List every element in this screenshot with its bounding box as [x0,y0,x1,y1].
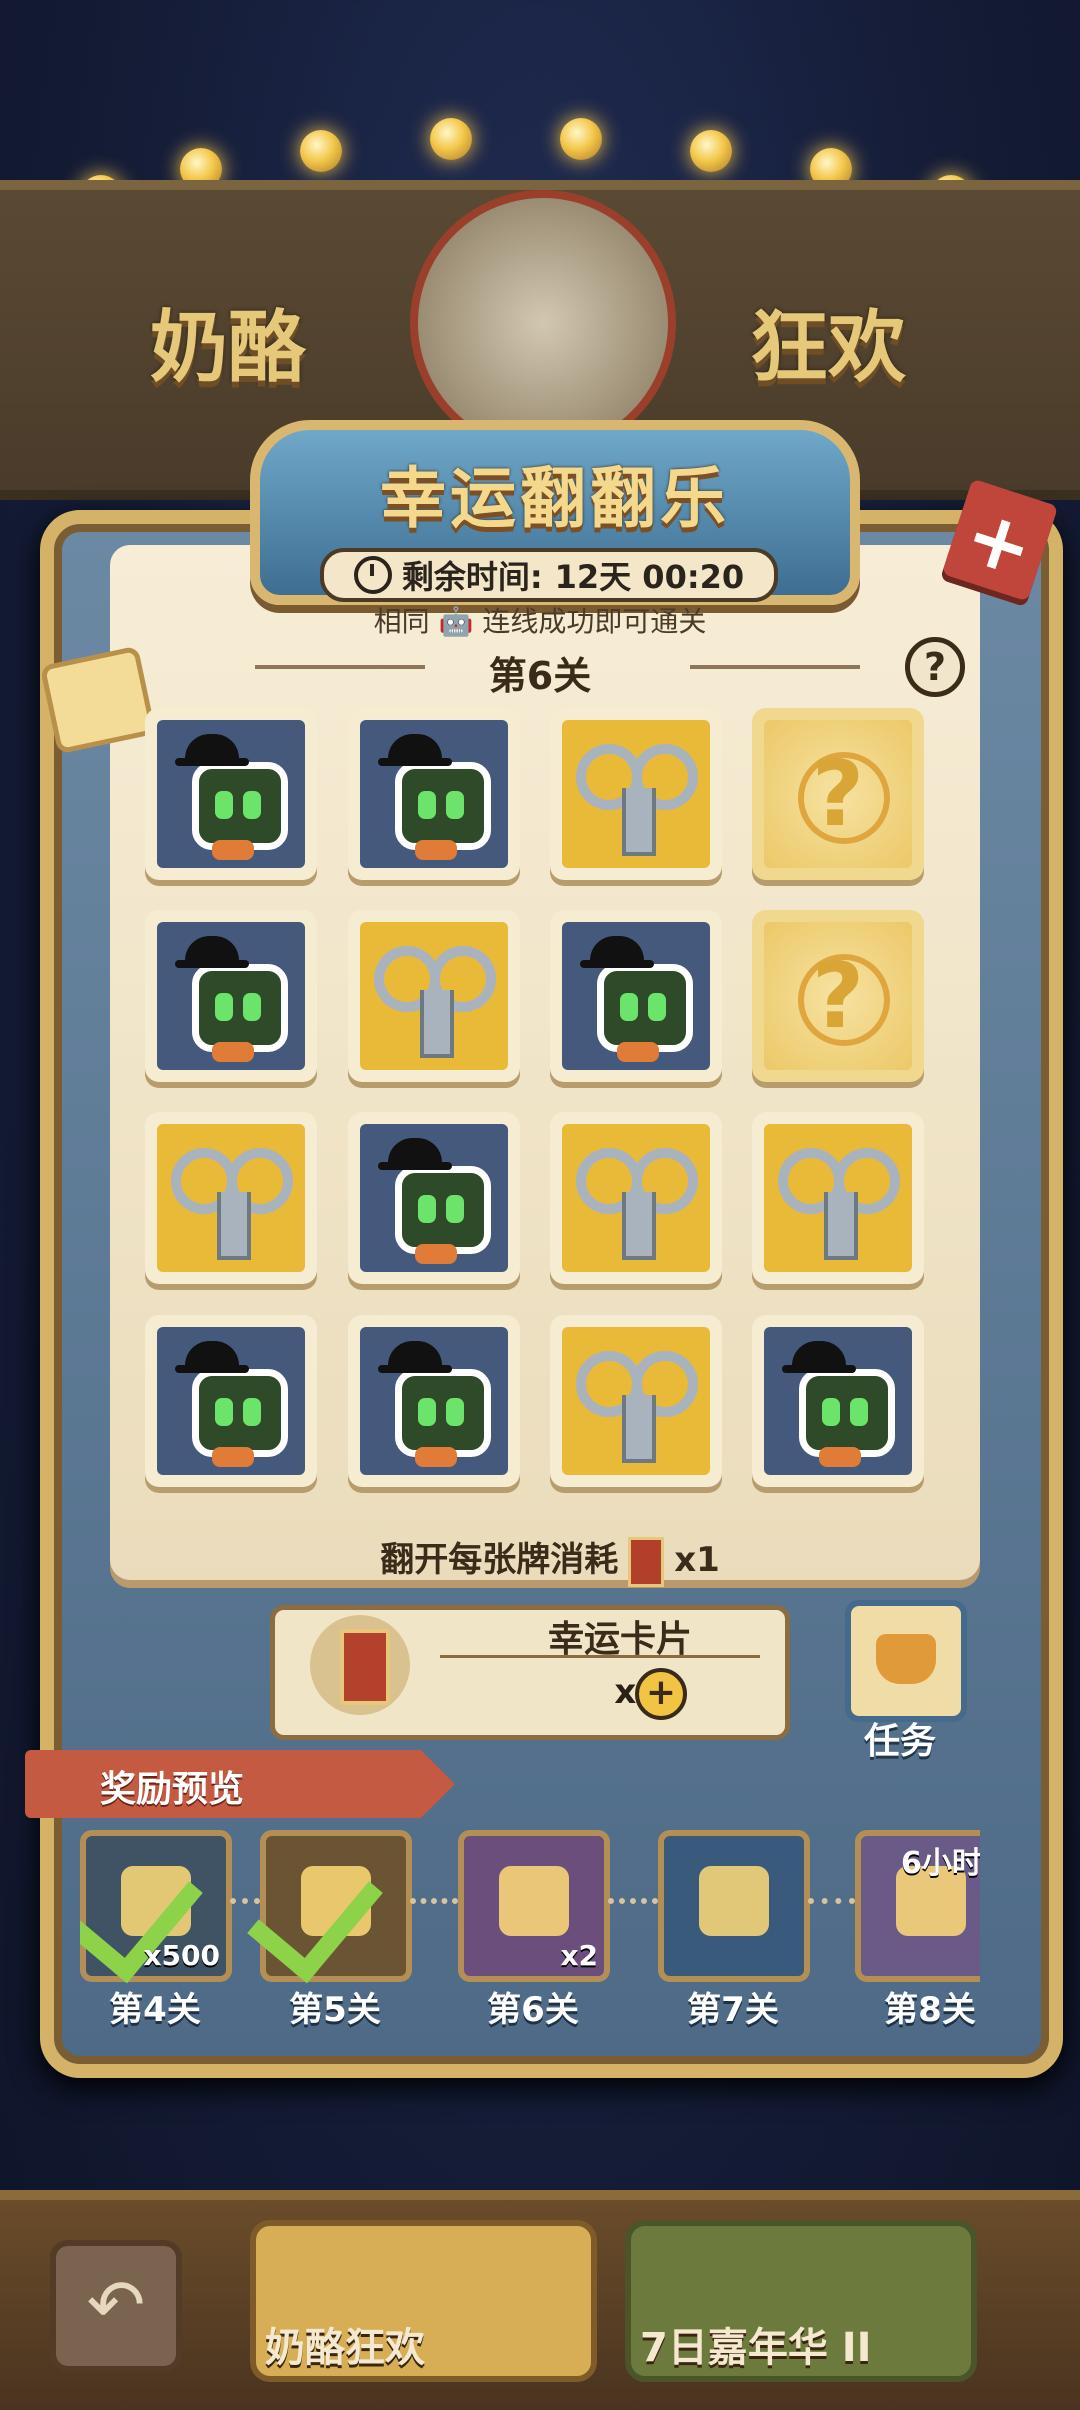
light-bulb-icon [300,130,342,172]
robot-icon [192,1369,288,1457]
track-connector [230,1898,260,1910]
tom-jerry-logo [410,190,676,456]
robot-icon [395,1166,491,1254]
card-key[interactable] [348,910,520,1082]
timer-label: 剩余时间: [401,558,543,596]
robot-icon [799,1369,895,1457]
event-title: 幸运翻翻乐 [380,460,730,537]
flip-cost-text: 翻开每张牌消耗 [380,1540,619,1580]
flip-cost: 翻开每张牌消耗 x1 [340,1532,760,1587]
flip-cost-qty: x1 [674,1540,720,1580]
task-label[interactable]: 任务 [845,1712,955,1764]
divider [440,1655,760,1658]
task-icon [876,1634,936,1684]
card-robot[interactable] [550,910,722,1082]
card-question[interactable]: ? [752,910,924,1082]
clock-icon [353,556,392,594]
reward-5[interactable]: 6小时 [855,1830,980,1982]
lucky-card-icon [310,1615,410,1715]
reward-qty: x500 [143,1939,220,1972]
checkmark-icon [247,1842,383,1984]
track-connector [608,1898,658,1910]
divider [255,665,425,669]
card-key[interactable] [550,708,722,880]
card-robot[interactable] [145,910,317,1082]
gift-cube-icon [699,1866,769,1936]
card-key[interactable] [752,1112,924,1284]
reward-preview-title: 奖励预览 [100,1769,245,1810]
timer-value: 12天 00:20 [554,558,745,596]
card-robot[interactable] [348,1315,520,1487]
card-robot[interactable] [145,1315,317,1487]
robot-icon [597,964,693,1052]
light-bulb-icon [560,118,602,160]
lucky-card-icon [628,1536,665,1587]
card-robot[interactable] [348,708,520,880]
candy-pack-icon [499,1866,569,1936]
question-icon: ? [811,742,865,847]
rule-hint: 相同 🤖 连线成功即可通关 [373,605,707,638]
task-button[interactable] [845,1600,967,1722]
robot-icon [395,1369,491,1457]
track-connector [410,1898,458,1910]
divider [690,665,860,669]
reward-1[interactable]: x500 [80,1830,232,1984]
reward-qty: x2 [560,1939,598,1972]
robot-icon [192,964,288,1052]
card-robot[interactable] [752,1315,924,1487]
reward-3[interactable]: x2 [458,1830,610,1982]
tab-cheese-carnival-label[interactable]: 奶酪狂欢 [265,2315,425,2373]
question-icon: ? [811,944,865,1049]
card-key[interactable] [550,1112,722,1284]
card-robot[interactable] [145,708,317,880]
card-robot[interactable] [348,1112,520,1284]
card-key[interactable] [550,1315,722,1487]
robot-icon [395,762,491,850]
reward-level-label: 第7关 [687,1990,779,2030]
track-connector [808,1898,855,1910]
card-question[interactable]: ? [752,708,924,880]
light-bulb-icon [430,118,472,160]
marquee-left-word: 奶酪 [150,303,307,393]
back-arrow-icon: ↶ [86,2264,146,2346]
level-title: 第6关 [488,654,592,698]
reward-track[interactable]: x500 第4关 第5关 x2 第6关 第7关 6小时第8关 [80,1820,980,2030]
reward-level-label: 第5关 [289,1990,381,2030]
remaining-time: 剩余时间: 12天 00:20 [320,548,778,602]
back-button[interactable]: ↶ [50,2240,182,2372]
reward-level-label: 第4关 [109,1990,201,2030]
light-bulb-icon [690,130,732,172]
robot-icon [192,762,288,850]
help-button[interactable]: ? [905,637,965,697]
card-key[interactable] [145,1112,317,1284]
tab-7day-carnival-label[interactable]: 7日嘉年华 II [640,2315,872,2373]
reward-level-label: 第8关 [884,1990,976,2030]
add-lucky-card-button[interactable]: + [635,1668,687,1720]
marquee-right-word: 狂欢 [750,303,907,393]
reward-2[interactable] [247,1830,412,1984]
reward-timer: 6小时 [901,1846,980,1881]
reward-4[interactable] [658,1830,810,1982]
reward-level-label: 第6关 [487,1990,579,2030]
